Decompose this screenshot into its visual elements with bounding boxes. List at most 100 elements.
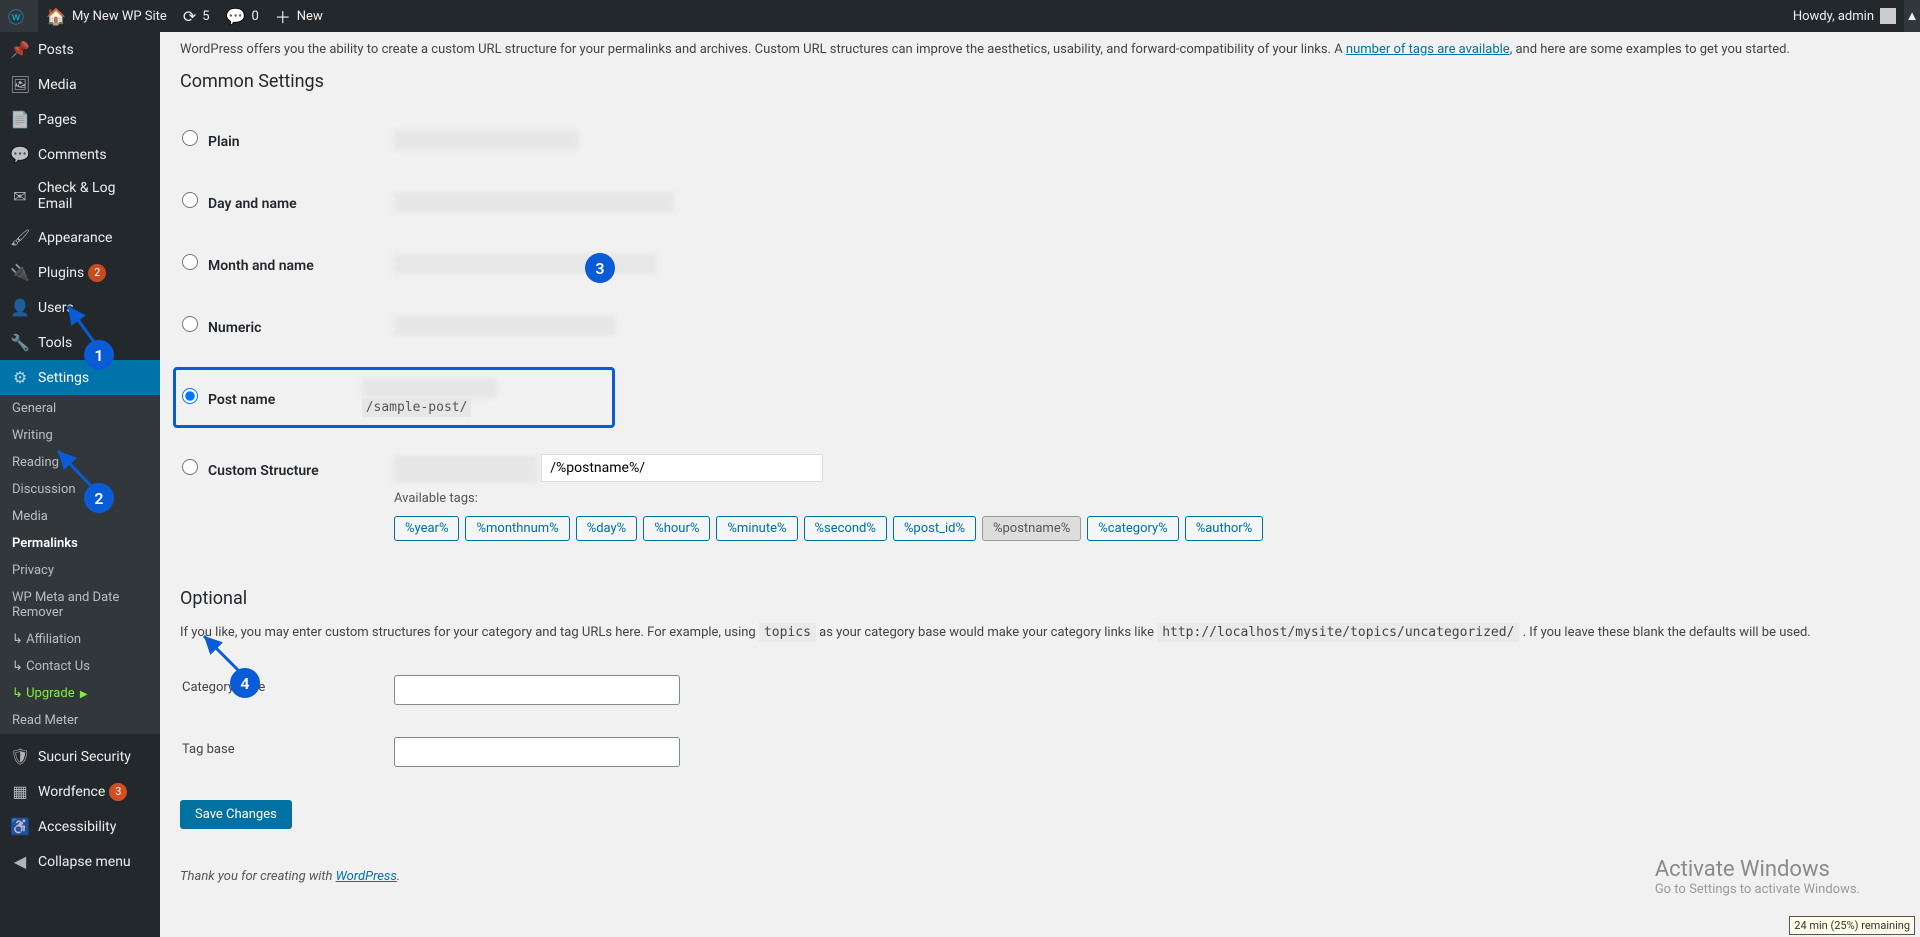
postname-option[interactable]: Post name <box>182 392 275 408</box>
annotation-marker-2: 2 <box>84 483 114 513</box>
plain-option[interactable]: Plain <box>182 134 240 150</box>
tag-year[interactable]: %year% <box>394 516 459 541</box>
submenu-wp-meta-and-date-remover[interactable]: WP Meta and Date Remover <box>0 584 160 626</box>
badge: 3 <box>109 783 127 801</box>
submenu-privacy[interactable]: Privacy <box>0 557 160 584</box>
sidebar-item-settings[interactable]: ⚙ Settings <box>0 360 160 395</box>
category-base-input[interactable] <box>394 675 680 705</box>
tag-category[interactable]: %category% <box>1087 516 1178 541</box>
sidebar-item-comments[interactable]: 💬Comments <box>0 137 160 172</box>
day-name-radio[interactable] <box>182 192 198 208</box>
toolbar-scroll-up[interactable]: ▲ <box>1904 0 1920 32</box>
footer-credit: Thank you for creating with WordPress. <box>180 869 1900 884</box>
month-name-radio[interactable] <box>182 254 198 270</box>
new-content-link[interactable]: ＋New <box>267 0 331 32</box>
sidebar-item-collapse-menu[interactable]: ◀ Collapse menu <box>0 844 160 879</box>
sidebar-item-users[interactable]: 👤 Users <box>0 290 160 325</box>
tags-available-link[interactable]: number of tags are available <box>1346 42 1510 57</box>
updates-count: 5 <box>202 9 209 24</box>
submenu-general[interactable]: General <box>0 395 160 422</box>
intro-text: WordPress offers you the ability to crea… <box>180 42 1900 57</box>
comments-link[interactable]: 💬0 <box>218 0 267 32</box>
tag-postname[interactable]: %postname% <box>982 516 1081 541</box>
custom-radio[interactable] <box>182 459 198 475</box>
plain-radio[interactable] <box>182 130 198 146</box>
optional-heading: Optional <box>180 588 1900 609</box>
submenu-upgrade[interactable]: ↳ Upgrade ▶ <box>0 680 160 707</box>
wordpress-link[interactable]: WordPress <box>336 869 397 884</box>
avatar <box>1880 8 1896 24</box>
sidebar-item-accessibility[interactable]: ♿Accessibility <box>0 809 160 844</box>
menu-label: Posts <box>38 42 74 58</box>
day-example <box>394 192 674 212</box>
month-example <box>394 254 656 274</box>
postname-radio[interactable] <box>182 388 198 404</box>
menu-icon: ✉ <box>10 187 30 206</box>
menu-label: Settings <box>38 370 89 386</box>
tag-base-input[interactable] <box>394 737 680 767</box>
refresh-icon: ⟳ <box>183 7 196 26</box>
numeric-option[interactable]: Numeric <box>182 320 261 336</box>
menu-icon: 📌 <box>10 40 30 59</box>
sidebar-item-wordfence[interactable]: ▦Wordfence3 <box>0 774 160 809</box>
sidebar-item-appearance[interactable]: 🖌Appearance <box>0 220 160 255</box>
submenu-discussion[interactable]: Discussion <box>0 476 160 503</box>
howdy-account[interactable]: Howdy, admin <box>1785 0 1904 32</box>
menu-icon: ◀ <box>10 852 30 871</box>
day-name-option[interactable]: Day and name <box>182 196 297 212</box>
submenu-permalinks[interactable]: Permalinks <box>0 530 160 557</box>
sidebar-item-pages[interactable]: 📄Pages <box>0 102 160 137</box>
menu-icon: 🔌 <box>10 263 30 282</box>
tag-second[interactable]: %second% <box>804 516 887 541</box>
sidebar-item-plugins[interactable]: 🔌Plugins2 <box>0 255 160 290</box>
menu-label: Tools <box>38 335 72 351</box>
menu-label: Check & Log Email <box>38 180 152 212</box>
sidebar-item-posts[interactable]: 📌 Posts <box>0 32 160 67</box>
annotation-marker-1: 1 <box>84 340 114 370</box>
menu-icon: 🛡 <box>10 747 30 766</box>
sidebar-item-media[interactable]: 🖼Media <box>0 67 160 102</box>
menu-icon: 🖼 <box>10 75 30 94</box>
tag-author[interactable]: %author% <box>1185 516 1264 541</box>
sidebar-item-sucuri-security[interactable]: 🛡 Sucuri Security <box>0 739 160 774</box>
postname-sample: /sample-post/ <box>362 398 472 417</box>
howdy-text: Howdy, admin <box>1793 9 1874 24</box>
save-changes-button[interactable]: Save Changes <box>180 800 292 829</box>
month-name-option[interactable]: Month and name <box>182 258 314 274</box>
site-home-link[interactable]: 🏠My New WP Site <box>38 0 175 32</box>
submenu-affiliation[interactable]: ↳ Affiliation <box>0 626 160 653</box>
custom-structure-input[interactable] <box>541 454 823 482</box>
tag-monthnum[interactable]: %monthnum% <box>465 516 569 541</box>
tag-day[interactable]: %day% <box>576 516 638 541</box>
submenu-read-meter[interactable]: Read Meter <box>0 707 160 734</box>
comments-count: 0 <box>251 9 258 24</box>
menu-label: Sucuri Security <box>38 749 131 765</box>
submenu-media[interactable]: Media <box>0 503 160 530</box>
menu-icon: 👤 <box>10 298 30 317</box>
custom-option[interactable]: Custom Structure <box>182 463 319 479</box>
menu-icon: ⚙ <box>10 368 30 387</box>
wordpress-icon: ⓦ <box>8 4 24 28</box>
submenu-reading[interactable]: Reading <box>0 449 160 476</box>
menu-label: Appearance <box>38 230 112 246</box>
sidebar-item-tools[interactable]: 🔧Tools <box>0 325 160 360</box>
submenu-writing[interactable]: Writing <box>0 422 160 449</box>
numeric-radio[interactable] <box>182 316 198 332</box>
tag-post_id[interactable]: %post_id% <box>893 516 976 541</box>
comment-icon: 💬 <box>226 7 246 26</box>
menu-label: Collapse menu <box>38 854 131 870</box>
wp-logo[interactable]: ⓦ <box>0 0 38 32</box>
category-base-label: Category base <box>182 660 382 720</box>
sidebar-item-check-log-email[interactable]: ✉ Check & Log Email <box>0 172 160 220</box>
menu-label: Users <box>38 300 74 316</box>
menu-label: Pages <box>38 112 77 128</box>
plus-icon: ＋ <box>275 4 291 28</box>
home-icon: 🏠 <box>46 7 66 26</box>
tag-minute[interactable]: %minute% <box>716 516 797 541</box>
menu-label: Comments <box>38 147 107 163</box>
postname-blur <box>362 378 497 398</box>
submenu-contact-us[interactable]: ↳ Contact Us <box>0 653 160 680</box>
updates-link[interactable]: ⟳5 <box>175 0 218 32</box>
tag-hour[interactable]: %hour% <box>643 516 710 541</box>
menu-label: Wordfence <box>38 784 105 800</box>
